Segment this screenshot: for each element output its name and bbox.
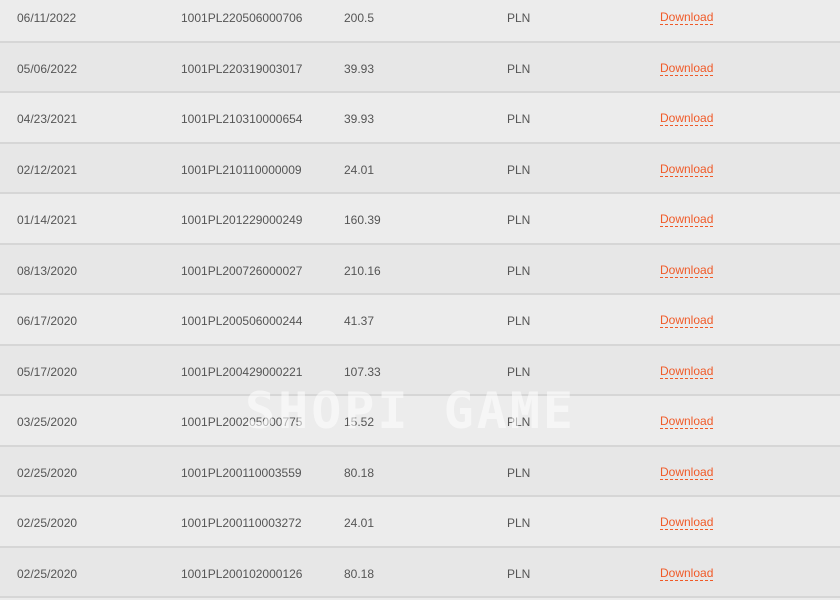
currency-cell: PLN (507, 465, 531, 480)
order-id-cell: 1001PL200726000027 (181, 263, 303, 278)
download-link[interactable]: Download (660, 162, 714, 177)
table-row: 04/23/2021 1001PL210310000654 39.93 PLN Down… (0, 93, 840, 144)
download-link[interactable]: Download (660, 566, 714, 581)
date-cell: 08/13/2020 (17, 263, 78, 278)
amount-cell: 39.93 (344, 112, 375, 126)
table-row: 06/11/2022 1001PL220506000706 200.5 PLN Down… (0, 0, 840, 43)
currency-cell: PLN (507, 364, 531, 379)
table-row: 02/25/2020 1001PL200102000126 80.18 PLN Down… (0, 547, 840, 598)
download-link[interactable]: Download (660, 213, 714, 227)
currency-cell: PLN (507, 314, 531, 328)
order-id-cell: 1001PL200102000126 (181, 566, 303, 581)
date-cell: 02/12/2021 (17, 162, 78, 177)
currency-cell: PLN (507, 61, 531, 76)
table-row: 01/14/2021 1001PL201229000249 160.39 PLN Dow… (0, 194, 840, 245)
table-row: 02/25/2020 1001PL200110003272 24.01 PLN Down… (0, 497, 840, 548)
table-row: 02/12/2021 1001PL210110000009 24.01 PLN Down… (0, 143, 840, 194)
currency-cell: PLN (507, 112, 531, 126)
order-id-cell: 1001PL220506000706 (181, 11, 303, 25)
amount-cell: 41.37 (344, 314, 375, 328)
order-id-cell: 1001PL200429000221 (181, 364, 303, 379)
transactions-table: 06/11/2022 1001PL220506000706 200.5 PLN Down… (0, 0, 840, 598)
table-row: 02/25/2020 1001PL200110003559 80.18 PLN Down… (0, 446, 840, 497)
date-cell: 02/25/2020 (17, 516, 78, 530)
date-cell: 06/17/2020 (17, 314, 78, 328)
currency-cell: PLN (507, 516, 531, 530)
table-row: 03/25/2020 1001PL200205000775 15.52 PLN Down… (0, 396, 840, 447)
amount-cell: 39.93 (344, 61, 375, 76)
order-id-cell: 1001PL200205000775 (181, 415, 303, 429)
date-cell: 02/25/2020 (17, 465, 78, 480)
amount-cell: 107.33 (344, 364, 381, 379)
download-link[interactable]: Download (660, 61, 714, 76)
download-link[interactable]: Download (660, 263, 714, 278)
table-row: 06/17/2020 1001PL200506000244 41.37 PLN Down… (0, 295, 840, 346)
order-id-cell: 1001PL201229000249 (181, 213, 303, 227)
amount-cell: 160.39 (344, 213, 381, 227)
download-link[interactable]: Download (660, 11, 714, 25)
amount-cell: 200.5 (344, 11, 375, 25)
download-link[interactable]: Download (660, 465, 714, 480)
table-row: 08/13/2020 1001PL200726000027 210.16 PLN Dow… (0, 244, 840, 295)
order-id-cell: 1001PL210110000009 (181, 162, 302, 177)
date-cell: 02/25/2020 (17, 566, 78, 581)
date-cell: 03/25/2020 (17, 415, 78, 429)
date-cell: 06/11/2022 (17, 11, 77, 25)
amount-cell: 80.18 (344, 465, 375, 480)
amount-cell: 80.18 (344, 566, 375, 581)
currency-cell: PLN (507, 566, 531, 581)
order-id-cell: 1001PL210310000654 (181, 112, 303, 126)
download-link[interactable]: Download (660, 516, 714, 530)
table-row: 05/17/2020 1001PL200429000221 107.33 PLN Dow… (0, 345, 840, 396)
currency-cell: PLN (507, 162, 531, 177)
currency-cell: PLN (507, 415, 531, 429)
amount-cell: 24.01 (344, 162, 375, 177)
amount-cell: 15.52 (344, 415, 375, 429)
table-row: 05/06/2022 1001PL220319003017 39.93 PLN Down… (0, 42, 840, 93)
date-cell: 01/14/2021 (17, 213, 78, 227)
order-id-cell: 1001PL200110003559 (181, 465, 302, 480)
date-cell: 04/23/2021 (17, 112, 78, 126)
amount-cell: 210.16 (344, 263, 381, 278)
currency-cell: PLN (507, 11, 531, 25)
date-cell: 05/06/2022 (17, 61, 78, 76)
currency-cell: PLN (507, 213, 531, 227)
download-link[interactable]: Download (660, 364, 714, 379)
currency-cell: PLN (507, 263, 531, 278)
download-link[interactable]: Download (660, 314, 714, 328)
order-id-cell: 1001PL220319003017 (181, 61, 303, 76)
order-id-cell: 1001PL200506000244 (181, 314, 303, 328)
download-link[interactable]: Download (660, 112, 714, 126)
amount-cell: 24.01 (344, 516, 375, 530)
date-cell: 05/17/2020 (17, 364, 78, 379)
download-link[interactable]: Download (660, 415, 714, 429)
order-id-cell: 1001PL200110003272 (181, 516, 302, 530)
